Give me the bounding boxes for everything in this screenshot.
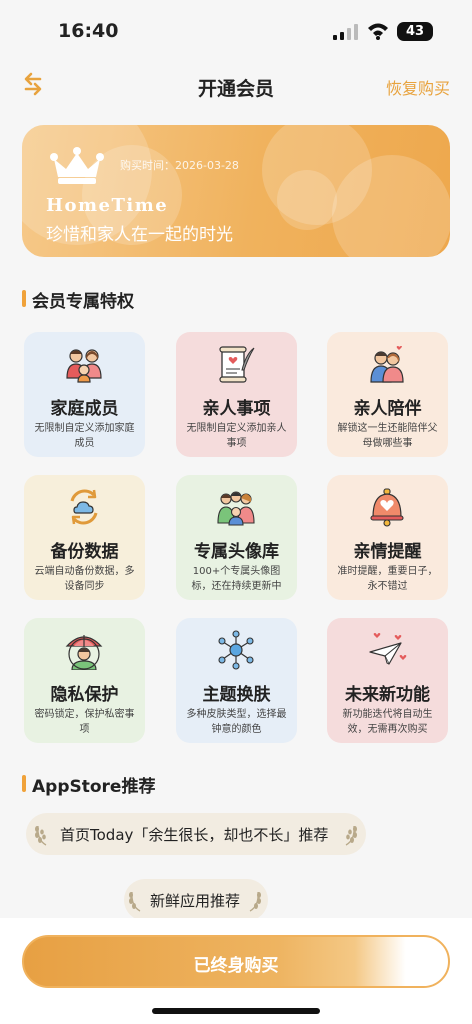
section-accent-bar xyxy=(22,290,26,307)
card-title: 专属头像库 xyxy=(194,542,279,562)
card-title: 主题换肤 xyxy=(202,685,271,705)
umbrella-person-icon xyxy=(65,635,103,670)
section-title: AppStore推荐 xyxy=(32,777,156,797)
nav-bar: 开通会员 恢复购买 xyxy=(0,62,472,110)
home-indicator[interactable] xyxy=(152,1008,320,1014)
card-title: 隐私保护 xyxy=(50,685,119,705)
card-description: 100+个专属头像图标，还在持续更新中 xyxy=(191,566,282,592)
recommendation-new-apps: 新鲜应用推荐 xyxy=(124,879,268,921)
heart-bell-icon xyxy=(370,488,404,527)
privilege-card-theme-skin[interactable]: 主题换肤 多种皮肤类型，选择最钟意的颜色 xyxy=(176,618,297,743)
card-title: 家庭成员 xyxy=(50,399,119,419)
purchase-button-label: 已终身购买 xyxy=(193,956,279,976)
recommendation-text: 首页Today「余生很长，却也不长」推荐 xyxy=(60,826,329,844)
brand-name: HomeTime xyxy=(46,195,169,216)
family-icon xyxy=(66,349,102,383)
section-title: 会员专属特权 xyxy=(32,292,134,312)
card-description: 新功能迭代将自动生效，无需再次购买 xyxy=(342,709,433,735)
wifi-icon xyxy=(368,23,388,40)
card-title: 亲人事项 xyxy=(202,399,271,419)
appstore-section-header: AppStore推荐 xyxy=(22,772,222,797)
avatar-group-icon xyxy=(217,491,255,526)
recommendation-today: 首页Today「余生很长，却也不长」推荐 xyxy=(26,813,366,855)
card-description: 无限制自定义添加亲人事项 xyxy=(186,423,287,449)
battery-level: 43 xyxy=(397,22,433,41)
laurel-left-icon xyxy=(35,825,47,846)
card-description: 解锁这一生还能陪伴父母做哪些事 xyxy=(337,423,438,449)
cloud-sync-icon xyxy=(70,489,98,525)
card-title: 备份数据 xyxy=(50,542,119,562)
laurel-right-icon xyxy=(249,891,261,912)
molecule-icon xyxy=(218,630,254,670)
laurel-right-icon xyxy=(345,825,357,846)
card-description: 多种皮肤类型，选择最钟意的颜色 xyxy=(186,709,287,735)
privilege-card-family-matters[interactable]: 亲人事项 无限制自定义添加亲人事项 xyxy=(176,332,297,457)
card-title: 未来新功能 xyxy=(345,685,430,705)
privilege-card-family-company[interactable]: 亲人陪伴 解锁这一生还能陪伴父母做哪些事 xyxy=(327,332,448,457)
section-accent-bar xyxy=(22,775,26,792)
restore-purchase-button[interactable]: 恢复购买 xyxy=(386,75,450,99)
card-description: 无限制自定义添加家庭成员 xyxy=(34,423,135,449)
card-description: 密码锁定，保护私密事项 xyxy=(34,709,135,735)
paper-plane-hearts-icon xyxy=(369,633,407,665)
privilege-card-privacy[interactable]: 隐私保护 密码锁定，保护私密事项 xyxy=(24,618,145,743)
privilege-card-family-members[interactable]: 家庭成员 无限制自定义添加家庭成员 xyxy=(24,332,145,457)
hug-icon xyxy=(370,346,404,383)
lifetime-purchase-button[interactable]: 已终身购买 xyxy=(22,935,450,988)
status-time: 16:40 xyxy=(58,20,119,42)
scroll-quill-icon xyxy=(219,346,255,383)
privilege-card-backup-data[interactable]: 备份数据 云端自动备份数据，多设备同步 xyxy=(24,475,145,600)
privilege-card-future-features[interactable]: 未来新功能 新功能迭代将自动生效，无需再次购买 xyxy=(327,618,448,743)
purchase-time: 购买时间：2026-03-28 xyxy=(120,159,239,172)
privileges-section-header: 会员专属特权 xyxy=(22,287,222,312)
brand-slogan: 珍惜和家人在一起的时光 xyxy=(46,225,233,245)
card-description: 云端自动备份数据，多设备同步 xyxy=(34,566,135,592)
recommendation-text: 新鲜应用推荐 xyxy=(150,892,241,910)
card-title: 亲人陪伴 xyxy=(353,399,422,419)
crown-icon xyxy=(50,147,104,184)
cellular-signal-icon xyxy=(333,24,358,40)
status-bar: 16:40 43 xyxy=(0,0,472,62)
card-description: 准时提醒，重要日子，永不错过 xyxy=(337,566,438,592)
laurel-left-icon xyxy=(129,891,141,912)
privilege-card-family-reminder[interactable]: 亲情提醒 准时提醒，重要日子，永不错过 xyxy=(327,475,448,600)
privilege-card-avatar-library[interactable]: 专属头像库 100+个专属头像图标，还在持续更新中 xyxy=(176,475,297,600)
card-title: 亲情提醒 xyxy=(353,542,422,562)
